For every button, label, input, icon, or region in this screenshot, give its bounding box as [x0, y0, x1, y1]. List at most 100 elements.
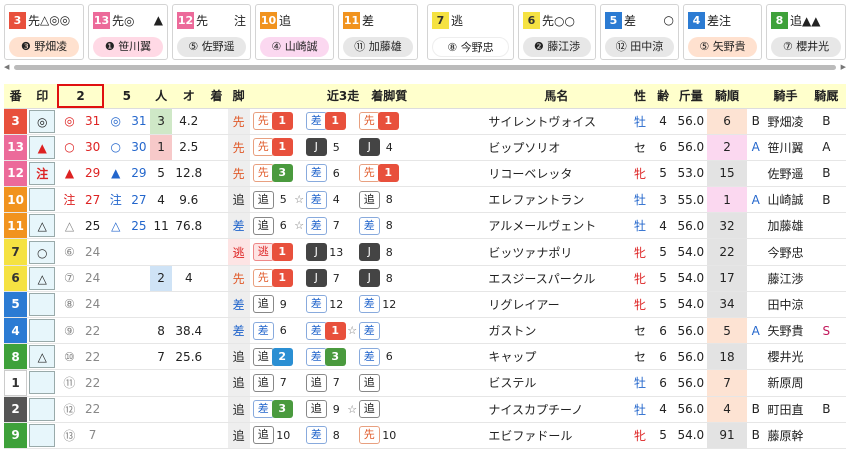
prediction-mark[interactable]	[29, 188, 56, 212]
horse-name[interactable]: エスジースパークル	[484, 265, 629, 292]
horse-name[interactable]: リグレイアー	[484, 291, 629, 319]
table-row[interactable]: 11 △ △ 25 △ 25 11 76.8 差追 6 ☆ 差 7 差 8 アルメールヴェント牡 4 56.0 32…	[4, 212, 846, 240]
predictor-5-score	[127, 343, 151, 371]
prediction-card[interactable]: 3 先 △◎◎ ❸ 野畑凌	[4, 4, 84, 60]
horse-name[interactable]: キャップ	[484, 343, 629, 371]
horse-name[interactable]: エビファドール	[484, 422, 629, 449]
scrollbar-thumb[interactable]	[14, 65, 836, 70]
table-row[interactable]: 12 注 ▲ 29 ▲ 29 5 12.8 先先 3 差 6 先 1 リコーベレッタ牝 5 53.0 15 佐野遥 B	[4, 160, 846, 188]
col-ban[interactable]: 番	[4, 84, 28, 109]
jockey-name[interactable]: 今野忠	[764, 238, 807, 266]
mark-cell[interactable]	[27, 317, 58, 345]
prediction-mark[interactable]	[29, 292, 56, 316]
col-ashi[interactable]: 脚	[227, 84, 250, 109]
table-row[interactable]: 1 ⑪ 22 追追 7 追 7 追ビステル牡 6 56.0 7 新原周	[4, 369, 846, 397]
mark-cell[interactable]	[27, 186, 58, 214]
prediction-mark[interactable]	[29, 319, 56, 343]
mark-cell[interactable]: ▲	[27, 134, 58, 161]
predictor-5-mark	[103, 343, 128, 371]
table-row[interactable]: 5 ⑧ 24 差追 9 差 12 差 12 リグレイアー牝 5 54.0 34 田中涼	[4, 291, 846, 319]
mark-cell[interactable]	[27, 369, 58, 397]
col-ninki[interactable]: 人	[150, 84, 173, 109]
horse-name[interactable]: サイレントヴォイス	[484, 108, 629, 135]
col-stable[interactable]: 騎厩	[806, 84, 846, 109]
col-jrank[interactable]: 騎順	[706, 84, 748, 109]
col-sex[interactable]: 性	[628, 84, 652, 109]
prediction-mark[interactable]: △	[29, 214, 56, 238]
col-near3[interactable]: 近3走 着脚質	[249, 84, 485, 109]
horse-name[interactable]: ガストン	[484, 317, 629, 345]
col-chaku[interactable]: 着	[205, 84, 228, 109]
mark-cell[interactable]: 注	[27, 160, 58, 188]
table-row[interactable]: 3 ◎ ◎ 31 ◎ 31 3 4.2 先先 1 差 1 先 1 サイレントヴォイス牡 4 56.0 6 B 野畑凌 B	[4, 108, 846, 135]
table-row[interactable]: 9 ⑬ 7 追追 10 差 8 先 10 エビファドール牝 5 54.0 91 B 藤原幹	[4, 422, 846, 449]
prediction-card[interactable]: 6 先○○ ❷ 藤江渉	[518, 4, 596, 60]
prediction-card[interactable]: 7逃 ⑧ 今野忠	[427, 4, 514, 60]
table-row[interactable]: 7 ○ ⑥ 24 逃逃 1 J 13 J 8 ビッツァナポリ牝 5 54.0 22 今野忠	[4, 238, 846, 266]
jockey-name[interactable]: 笹川翼	[764, 134, 807, 161]
jockey-name[interactable]: 藤原幹	[764, 422, 807, 449]
jockey-name[interactable]: 佐野遥	[764, 160, 807, 188]
prediction-mark[interactable]: △	[29, 345, 56, 369]
jockey-name[interactable]: 櫻井光	[764, 343, 807, 371]
col-odds[interactable]: オ	[172, 84, 206, 109]
mark-cell[interactable]	[27, 396, 58, 423]
scroll-right-arrow-icon[interactable]: ▶	[841, 63, 846, 72]
card-header: 10 追	[260, 10, 329, 30]
prediction-card[interactable]: 12 先 注 ⑤ 佐野遥	[172, 4, 251, 60]
horse-name[interactable]: リコーベレッタ	[484, 160, 629, 188]
jockey-name[interactable]: 藤江渉	[764, 265, 807, 292]
horizontal-scrollbar[interactable]: ◀ ▶	[4, 63, 846, 72]
table-row[interactable]: 6 △ ⑦ 24 2 4 先先 1 J 7 J 8 エスジースパークル牝 5 54.0 17 藤江渉	[4, 265, 846, 292]
prediction-card[interactable]: 4 差注 ⑤ 矢野貴	[683, 4, 762, 60]
jockey-name[interactable]: 町田直	[764, 396, 807, 423]
col-horse[interactable]: 馬名	[484, 84, 629, 109]
horse-name[interactable]: アルメールヴェント	[484, 212, 629, 240]
prediction-mark[interactable]: ○	[29, 240, 56, 264]
table-row[interactable]: 13 ▲ ○ 30 ○ 30 1 2.5 先先 1 J 5 J 4 ビップソリオセ 6 56.0 2 A 笹川翼 A	[4, 134, 846, 161]
prediction-mark[interactable]: ◎	[29, 109, 56, 133]
prediction-mark[interactable]: ▲	[29, 135, 56, 159]
prediction-mark[interactable]	[29, 371, 56, 395]
table-row[interactable]: 4 ⑨ 22 8 38.4 差差 6 差 1 ☆ 差ガストンセ 6 56.0 5 A 矢野貴 S	[4, 317, 846, 345]
prediction-mark[interactable]	[29, 397, 56, 421]
jockey-name[interactable]: 新原周	[764, 369, 807, 397]
scroll-left-arrow-icon[interactable]: ◀	[4, 63, 9, 72]
running-style: 先	[227, 265, 250, 292]
prediction-card[interactable]: 5 差 ○ ⑫ 田中涼	[600, 4, 679, 60]
mark-cell[interactable]: △	[27, 212, 58, 240]
jockey-name[interactable]: 野畑凌	[764, 108, 807, 135]
prediction-card[interactable]: 11 差 ⑪ 加藤雄	[338, 4, 418, 60]
mark-cell[interactable]: △	[27, 265, 58, 292]
table-row[interactable]: 8 △ ⑩ 22 7 25.6 追追 2 差 3 差 6 キャップセ 6 56.0 18 櫻井光	[4, 343, 846, 371]
prediction-card[interactable]: 10 追 ④ 山崎誠	[255, 4, 334, 60]
mark-cell[interactable]: △	[27, 343, 58, 371]
prediction-mark[interactable]: △	[29, 266, 56, 290]
col-age[interactable]: 齢	[651, 84, 675, 109]
mark-cell[interactable]: ◎	[27, 108, 58, 135]
jockey-name[interactable]: 田中涼	[764, 291, 807, 319]
jockey-name[interactable]: 山崎誠	[764, 186, 807, 214]
mark-cell[interactable]	[27, 422, 58, 449]
jockey-name[interactable]: 矢野貴	[764, 317, 807, 345]
horse-name[interactable]: ナイスカプチーノ	[484, 396, 629, 423]
col-predictor-2[interactable]: 2	[57, 84, 104, 109]
jockey-name[interactable]: 加藤雄	[764, 212, 807, 240]
col-mark[interactable]: 印	[27, 84, 58, 109]
horse-name[interactable]: ビッツァナポリ	[484, 238, 629, 266]
col-weight[interactable]: 斤量	[674, 84, 707, 109]
prediction-card[interactable]: 13 先◎ ▲ ❶ 笹川翼	[88, 4, 168, 60]
prediction-card[interactable]: 8 追▲▲ ⑦ 櫻井光	[766, 4, 846, 60]
table-row[interactable]: 10 注 27 注 27 4 9.6 追追 5 ☆ 差 4 追 8 エレファントラン牡 3 55.0 1 A 山崎誠 B	[4, 186, 846, 214]
mark-cell[interactable]: ○	[27, 238, 58, 266]
col-predictor-5[interactable]: 5	[103, 84, 151, 109]
col-jockey[interactable]: 騎手	[764, 84, 807, 109]
prediction-mark[interactable]: 注	[29, 161, 56, 185]
horse-name[interactable]: ビステル	[484, 369, 629, 397]
mark-cell[interactable]	[27, 291, 58, 319]
table-row[interactable]: 2 ⑫ 22 追差 3 追 9 ☆ 追ナイスカプチーノ牡 4 56.0 4 B 町田直 B	[4, 396, 846, 423]
card-horse-number: 13	[93, 11, 110, 29]
prediction-mark[interactable]	[29, 423, 56, 447]
horse-name[interactable]: ビップソリオ	[484, 134, 629, 161]
horse-name[interactable]: エレファントラン	[484, 186, 629, 214]
